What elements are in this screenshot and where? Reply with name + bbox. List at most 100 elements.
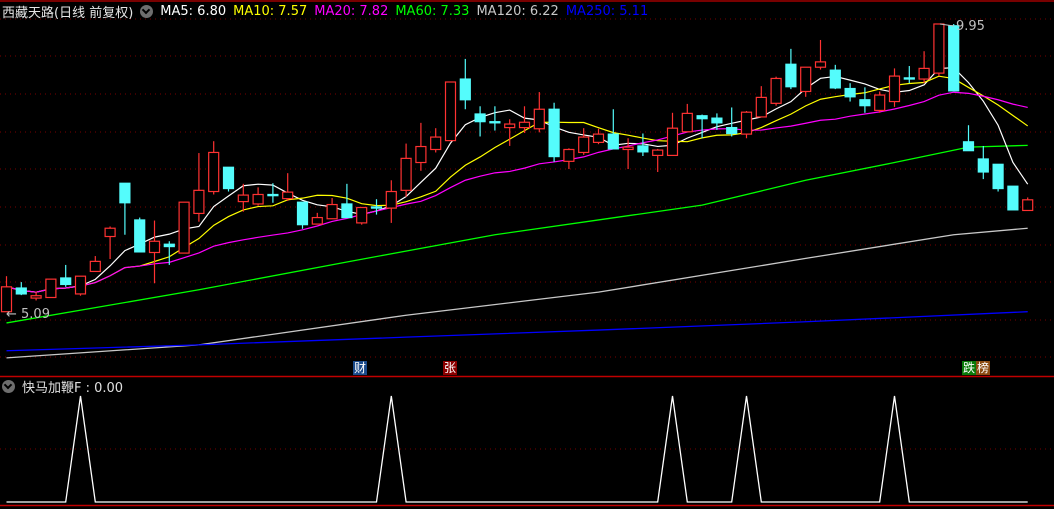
candle-body — [681, 112, 693, 133]
candle-up — [1022, 197, 1034, 212]
candle-body — [252, 193, 264, 205]
ma120-value: MA120: 6.22 — [476, 3, 559, 19]
candle-up — [89, 256, 101, 273]
candle-up — [444, 81, 457, 142]
candle-down — [948, 23, 960, 92]
candle-down — [474, 106, 486, 137]
candle-up — [563, 148, 575, 170]
candle-body — [370, 206, 383, 209]
candle-up — [356, 206, 368, 225]
candle-body — [933, 23, 945, 74]
candle-body — [563, 148, 575, 162]
candle-down — [844, 83, 856, 102]
candle-body — [977, 158, 989, 173]
candle-body — [489, 121, 501, 124]
candle-body — [548, 108, 560, 158]
candle-body — [134, 219, 146, 253]
candle-body — [148, 240, 161, 254]
candle-down — [607, 109, 619, 150]
candle-up — [430, 128, 442, 153]
candle-down — [962, 125, 975, 152]
candle-up — [74, 275, 87, 296]
candle-down — [992, 163, 1004, 192]
candle-body — [533, 108, 545, 130]
candle-body — [193, 189, 205, 215]
candle-body — [237, 194, 249, 203]
candle-down — [296, 201, 309, 229]
candle-body — [104, 227, 116, 238]
candle-body — [652, 149, 664, 157]
candle-body — [119, 182, 131, 204]
candle-body — [888, 75, 901, 103]
candle-up — [888, 68, 901, 107]
candle-up — [30, 291, 42, 301]
chevron-down-icon[interactable] — [140, 4, 154, 18]
ma10-value: MA10: 7.57 — [233, 3, 308, 19]
ma5-value: MA5: 6.80 — [160, 3, 227, 19]
candle-up — [800, 66, 812, 97]
stock-chart[interactable] — [0, 0, 1054, 509]
candle-body — [60, 277, 72, 286]
ranking-tag[interactable]: 榜 — [976, 361, 990, 375]
candle-down — [15, 282, 27, 296]
candle-body — [874, 94, 886, 112]
candle-up — [504, 119, 516, 146]
candle-up — [208, 141, 220, 195]
candle-up — [666, 112, 679, 157]
candle-body — [45, 278, 57, 299]
chevron-down-icon[interactable] — [2, 380, 15, 393]
candle-body — [15, 287, 27, 295]
candle-body — [459, 78, 471, 101]
candle-down — [785, 48, 797, 90]
candle-body — [430, 136, 442, 151]
ma250-line — [6, 311, 1028, 352]
candle-down — [459, 58, 471, 110]
candle-body — [770, 77, 782, 104]
candle-up — [252, 187, 264, 206]
candle-body — [592, 133, 605, 143]
candle-up — [755, 86, 767, 118]
candle-up — [652, 148, 664, 172]
candle-body — [740, 111, 753, 135]
candle-body — [400, 157, 412, 191]
candle-up — [740, 111, 753, 139]
candle-body — [696, 115, 708, 120]
fall-tag[interactable]: 跌 — [962, 361, 976, 375]
candle-up — [326, 198, 338, 220]
candle-down — [60, 264, 72, 287]
candle-down — [859, 87, 871, 113]
candle-body — [785, 63, 797, 88]
candle-up — [178, 201, 190, 254]
candles — [0, 23, 1034, 313]
candle-body — [903, 77, 915, 80]
candle-body — [267, 193, 279, 197]
high-price-label: 9.95 — [956, 19, 985, 34]
candle-body — [415, 145, 427, 164]
candle-up — [933, 23, 945, 77]
candle-body — [89, 260, 101, 273]
candle-body — [755, 96, 767, 118]
candle-body — [518, 121, 531, 129]
candle-down — [829, 64, 841, 90]
ma60-value: MA60: 7.33 — [395, 3, 470, 19]
candle-down — [977, 145, 989, 180]
candle-body — [222, 166, 235, 190]
candle-up — [400, 143, 412, 197]
rise-tag[interactable]: 张 — [443, 361, 457, 375]
finance-tag[interactable]: 财 — [353, 361, 367, 375]
candle-body — [814, 61, 827, 68]
candle-up — [148, 220, 161, 284]
candle-down — [341, 183, 353, 219]
candle-body — [504, 123, 516, 129]
candle-body — [637, 145, 649, 153]
low-price-label: ← 5.09 — [6, 307, 50, 322]
ma20-value: MA20: 7.82 — [314, 3, 389, 19]
candle-body — [296, 201, 309, 226]
candle-body — [859, 99, 871, 107]
indicator-header: 快马加鞭F : 0.00 — [2, 377, 123, 396]
candle-body — [918, 67, 930, 80]
candle-up — [814, 39, 827, 70]
candle-body — [948, 25, 960, 92]
candle-body — [163, 243, 175, 248]
candle-down — [134, 217, 146, 253]
